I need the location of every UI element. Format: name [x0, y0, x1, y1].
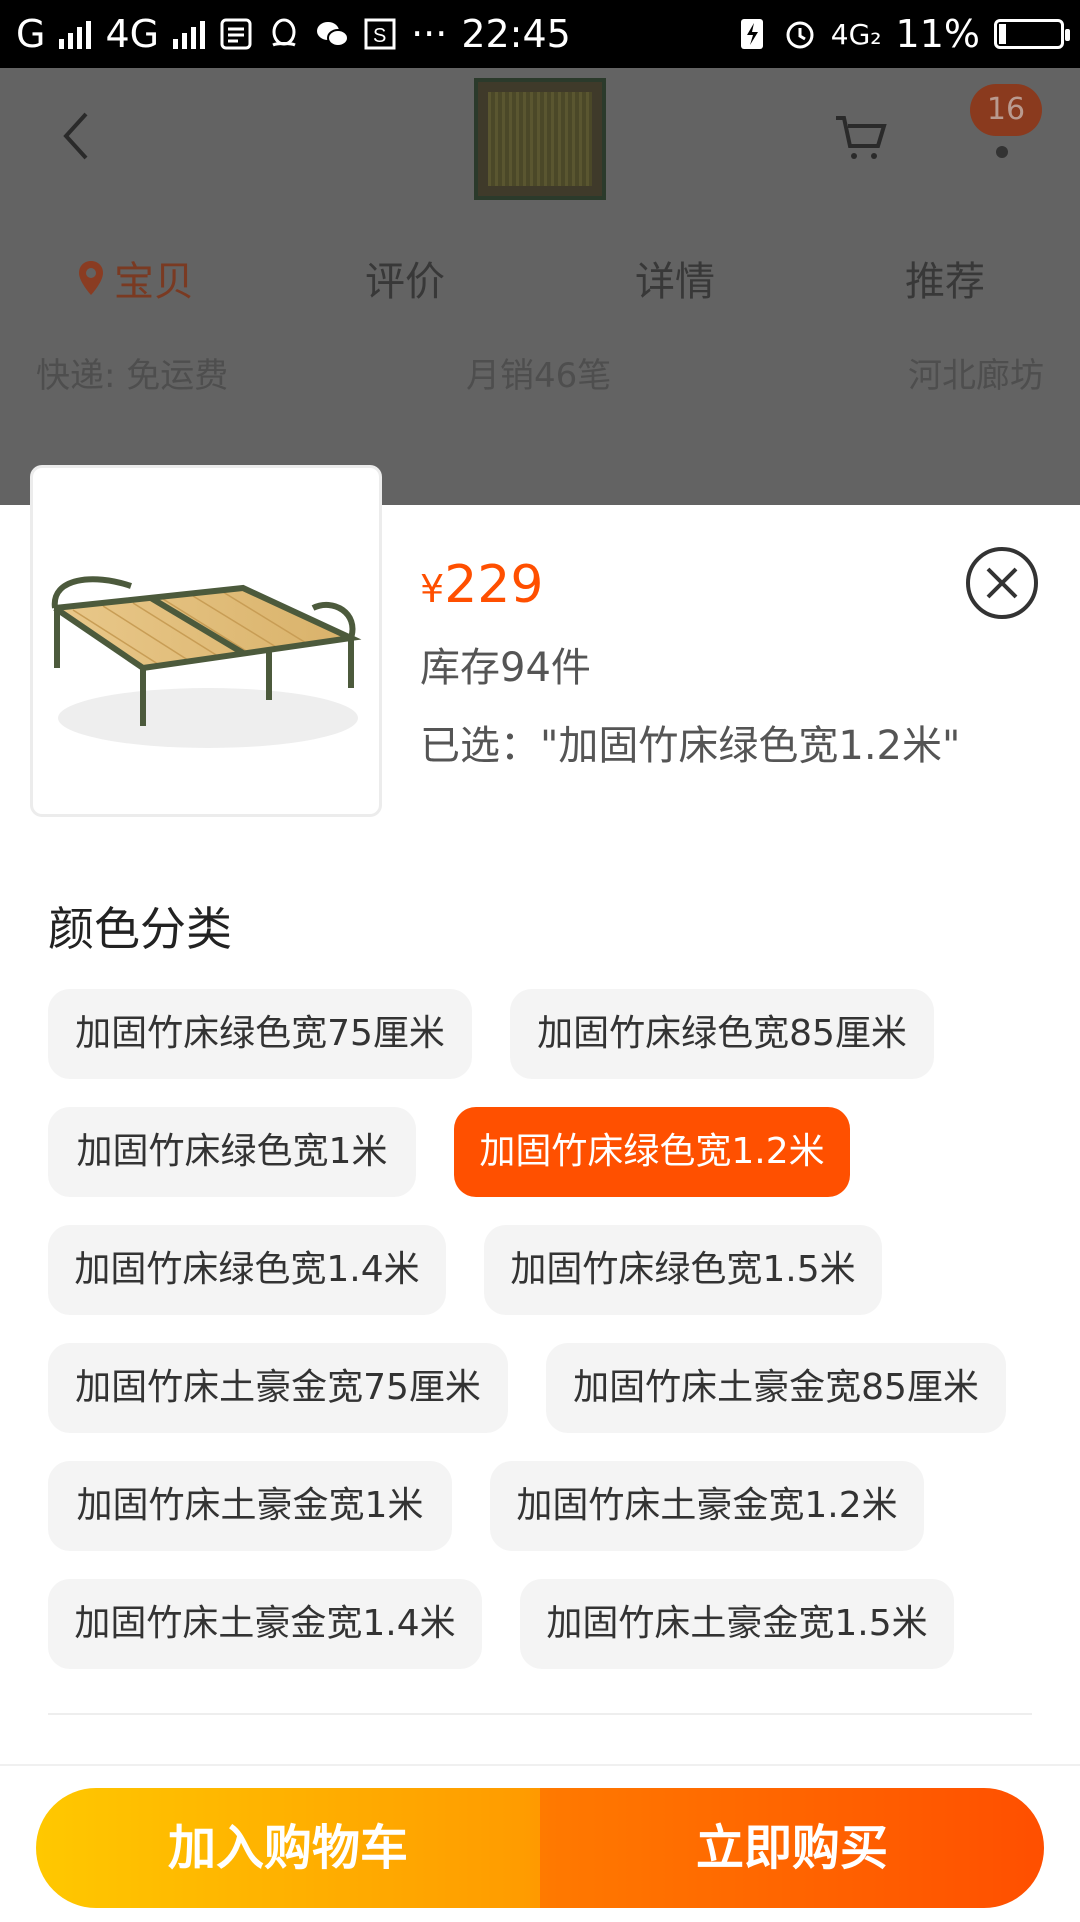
selected-variant-label: 已选："加固竹床绿色宽1.2米": [420, 723, 961, 769]
network-label: 4G₂: [830, 17, 882, 51]
battery-icon: [994, 19, 1070, 49]
add-to-cart-button[interactable]: 加入购物车: [36, 1788, 540, 1908]
divider: [48, 1713, 1032, 1715]
tab-details[interactable]: 详情: [540, 228, 810, 328]
status-bar: G 4G S ··· 22:45 4G₂ 11%: [0, 0, 1080, 68]
screenshot-icon: S: [364, 18, 396, 50]
monthly-sales: 月销46笔: [466, 356, 612, 396]
bamboo-bed-image: [51, 576, 362, 748]
location-pin-icon: [79, 261, 103, 295]
app-notification-icon: [220, 18, 252, 50]
svg-text:S: S: [373, 25, 386, 47]
carrier-label: G: [16, 12, 46, 56]
more-icon[interactable]: [996, 146, 1008, 158]
signal-icon-2: [173, 19, 206, 49]
shipping-info: 快递: 免运费: [36, 356, 229, 396]
variant-option[interactable]: 加固竹床绿色宽1米: [48, 1107, 416, 1197]
product-thumbnail[interactable]: [474, 78, 606, 200]
variant-option[interactable]: 加固竹床土豪金宽85厘米: [546, 1343, 1006, 1433]
variant-option[interactable]: 加固竹床土豪金宽75厘米: [48, 1343, 508, 1433]
sku-selection-sheet: ¥229 库存94件 已选："加固竹床绿色宽1.2米" 颜色分类 加固竹床绿色宽…: [0, 465, 1080, 1920]
variant-option[interactable]: 加固竹床绿色宽1.4米: [48, 1225, 446, 1315]
variant-option[interactable]: 加固竹床土豪金宽1.2米: [490, 1461, 924, 1551]
tab-reviews[interactable]: 评价: [270, 228, 540, 328]
variant-option[interactable]: 加固竹床土豪金宽1.5米: [520, 1579, 954, 1669]
signal-icon: [59, 19, 92, 49]
price-label: ¥229: [420, 555, 543, 615]
variant-option[interactable]: 加固竹床绿色宽85厘米: [510, 989, 934, 1079]
back-icon[interactable]: [56, 108, 96, 164]
network-type-label: 4G: [105, 12, 160, 56]
buy-now-button[interactable]: 立即购买: [540, 1788, 1044, 1908]
tab-recommend[interactable]: 推荐: [810, 228, 1080, 328]
tab-bar: 宝贝 评价 详情 推荐: [0, 228, 1080, 328]
time-label: 22:45: [461, 12, 571, 56]
wechat-icon: [317, 22, 350, 47]
tab-item[interactable]: 宝贝: [0, 228, 270, 328]
variant-option[interactable]: 加固竹床绿色宽75厘米: [48, 989, 472, 1079]
close-icon[interactable]: [964, 545, 1040, 621]
price-value: 229: [444, 555, 544, 615]
stock-label: 库存94件: [420, 645, 591, 691]
section-title: 颜色分类: [48, 902, 232, 956]
product-info-line: 快递: 免运费 月销46笔 河北廊坊: [0, 348, 1080, 408]
variant-option[interactable]: 加固竹床绿色宽1.5米: [484, 1225, 882, 1315]
bottom-action-bar: 加入购物车 立即购买: [0, 1764, 1080, 1922]
variant-option[interactable]: 加固竹床绿色宽1.2米: [454, 1107, 850, 1197]
product-page-background: 16 宝贝 评价 详情 推荐 快递: 免运费 月销46笔 河北廊坊: [0, 68, 1080, 505]
charging-icon: [740, 19, 763, 49]
alarm-icon: [786, 21, 814, 49]
variant-option[interactable]: 加固竹床土豪金宽1米: [48, 1461, 452, 1551]
ship-from-location: 河北廊坊: [908, 356, 1044, 396]
more-notifications-label: ···: [411, 12, 448, 56]
cart-icon[interactable]: [832, 112, 890, 162]
variant-option[interactable]: 加固竹床土豪金宽1.4米: [48, 1579, 482, 1669]
tab-item-label: 宝贝: [114, 259, 194, 305]
cart-count-badge: 16: [970, 84, 1042, 136]
battery-percent: 11%: [895, 12, 980, 56]
qq-icon: [272, 18, 296, 47]
product-image[interactable]: [30, 465, 382, 817]
currency-symbol: ¥: [420, 567, 445, 611]
